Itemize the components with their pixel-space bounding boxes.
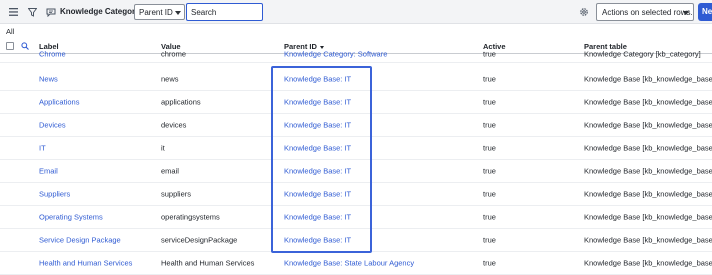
search-input[interactable] [186, 3, 263, 21]
row-parent-table: Knowledge Base [kb_knowledge_base] [584, 120, 712, 130]
row-value: email [161, 166, 179, 176]
chevron-down-icon [175, 11, 181, 15]
actions-select-value: Actions on selected rows... [602, 8, 694, 17]
actions-select[interactable]: Actions on selected rows... [596, 3, 694, 21]
table-row: News news Knowledge Base: IT true Knowle… [0, 68, 712, 91]
row-value: serviceDesignPackage [161, 235, 238, 245]
row-value: operatingsystems [161, 212, 220, 222]
row-value: news [161, 74, 179, 84]
row-parent-id-link[interactable]: Knowledge Base: IT [284, 144, 351, 153]
row-label-link[interactable]: IT [39, 144, 46, 153]
row-label-link[interactable]: News [39, 75, 58, 84]
new-button[interactable]: New [698, 3, 712, 21]
row-label-link[interactable]: Email [39, 167, 58, 176]
row-active: true [483, 120, 496, 130]
row-label-link[interactable]: Applications [39, 98, 79, 107]
search-field-select[interactable]: Parent ID [134, 4, 185, 20]
row-active: true [483, 212, 496, 222]
chat-icon[interactable] [44, 5, 58, 19]
row-label-link[interactable]: Health and Human Services [39, 259, 132, 268]
chevron-down-icon [683, 11, 689, 15]
row-parent-table: Knowledge Base [kb_knowledge_base] [584, 74, 712, 84]
row-value: chrome [161, 49, 187, 59]
table-row: Applications applications Knowledge Base… [0, 91, 712, 114]
table-row: Email email Knowledge Base: IT true Know… [0, 160, 712, 183]
table-row: Service Design Package serviceDesignPack… [0, 229, 712, 252]
row-parent-id-link[interactable]: Knowledge Category: Software [284, 50, 387, 59]
row-parent-id-link[interactable]: Knowledge Base: IT [284, 75, 351, 84]
row-parent-id-link[interactable]: Knowledge Base: IT [284, 167, 351, 176]
row-parent-table: Knowledge Base [kb_knowledge_base] [584, 212, 712, 222]
row-parent-table: Knowledge Base [kb_knowledge_base] [584, 258, 712, 268]
row-active: true [483, 166, 496, 176]
row-label-link[interactable]: Service Design Package [39, 236, 121, 245]
row-parent-id-link[interactable]: Knowledge Base: IT [284, 121, 351, 130]
row-parent-id-link[interactable]: Knowledge Base: State Labour Agency [284, 259, 414, 268]
row-label-link[interactable]: Suppliers [39, 190, 70, 199]
row-parent-table: Knowledge Base [kb_knowledge_base] [584, 166, 712, 176]
row-parent-table: Knowledge Base [kb_knowledge_base] [584, 143, 712, 153]
row-parent-id-link[interactable]: Knowledge Base: IT [284, 213, 351, 222]
row-parent-table: Knowledge Category [kb_category] [584, 49, 701, 59]
table-row: Operating Systems operatingsystems Knowl… [0, 206, 712, 229]
row-label-link[interactable]: Chrome [39, 50, 66, 59]
row-active: true [483, 97, 496, 107]
row-value: suppliers [161, 189, 192, 199]
search-field-select-value: Parent ID [139, 8, 173, 17]
row-active: true [483, 235, 496, 245]
table-row: Health and Human Services Health and Hum… [0, 252, 712, 275]
table-row: Suppliers suppliers Knowledge Base: IT t… [0, 183, 712, 206]
hamburger-icon[interactable] [6, 5, 20, 19]
row-label-link[interactable]: Operating Systems [39, 213, 103, 222]
list-toolbar: Knowledge Categories Parent ID Actions o… [0, 0, 712, 24]
row-parent-table: Knowledge Base [kb_knowledge_base] [584, 97, 712, 107]
row-parent-id-link[interactable]: Knowledge Base: IT [284, 236, 351, 245]
table-row: IT it Knowledge Base: IT true Knowledge … [0, 137, 712, 160]
table-row: Chrome chrome Knowledge Category: Softwa… [0, 46, 712, 63]
breadcrumb[interactable]: All [6, 27, 14, 36]
row-active: true [483, 143, 496, 153]
row-parent-id-link[interactable]: Knowledge Base: IT [284, 190, 351, 199]
row-parent-table: Knowledge Base [kb_knowledge_base] [584, 189, 712, 199]
row-parent-table: Knowledge Base [kb_knowledge_base] [584, 235, 712, 245]
row-active: true [483, 49, 496, 59]
gear-icon[interactable] [577, 5, 591, 19]
row-active: true [483, 74, 496, 84]
table-row: Devices devices Knowledge Base: IT true … [0, 114, 712, 137]
row-active: true [483, 189, 496, 199]
row-parent-id-link[interactable]: Knowledge Base: IT [284, 98, 351, 107]
row-active: true [483, 258, 496, 268]
row-value: applications [161, 97, 201, 107]
filter-icon[interactable] [25, 5, 39, 19]
row-label-link[interactable]: Devices [39, 121, 66, 130]
row-value: devices [161, 120, 187, 130]
row-value: Health and Human Services [161, 258, 255, 268]
row-value: it [161, 143, 165, 153]
